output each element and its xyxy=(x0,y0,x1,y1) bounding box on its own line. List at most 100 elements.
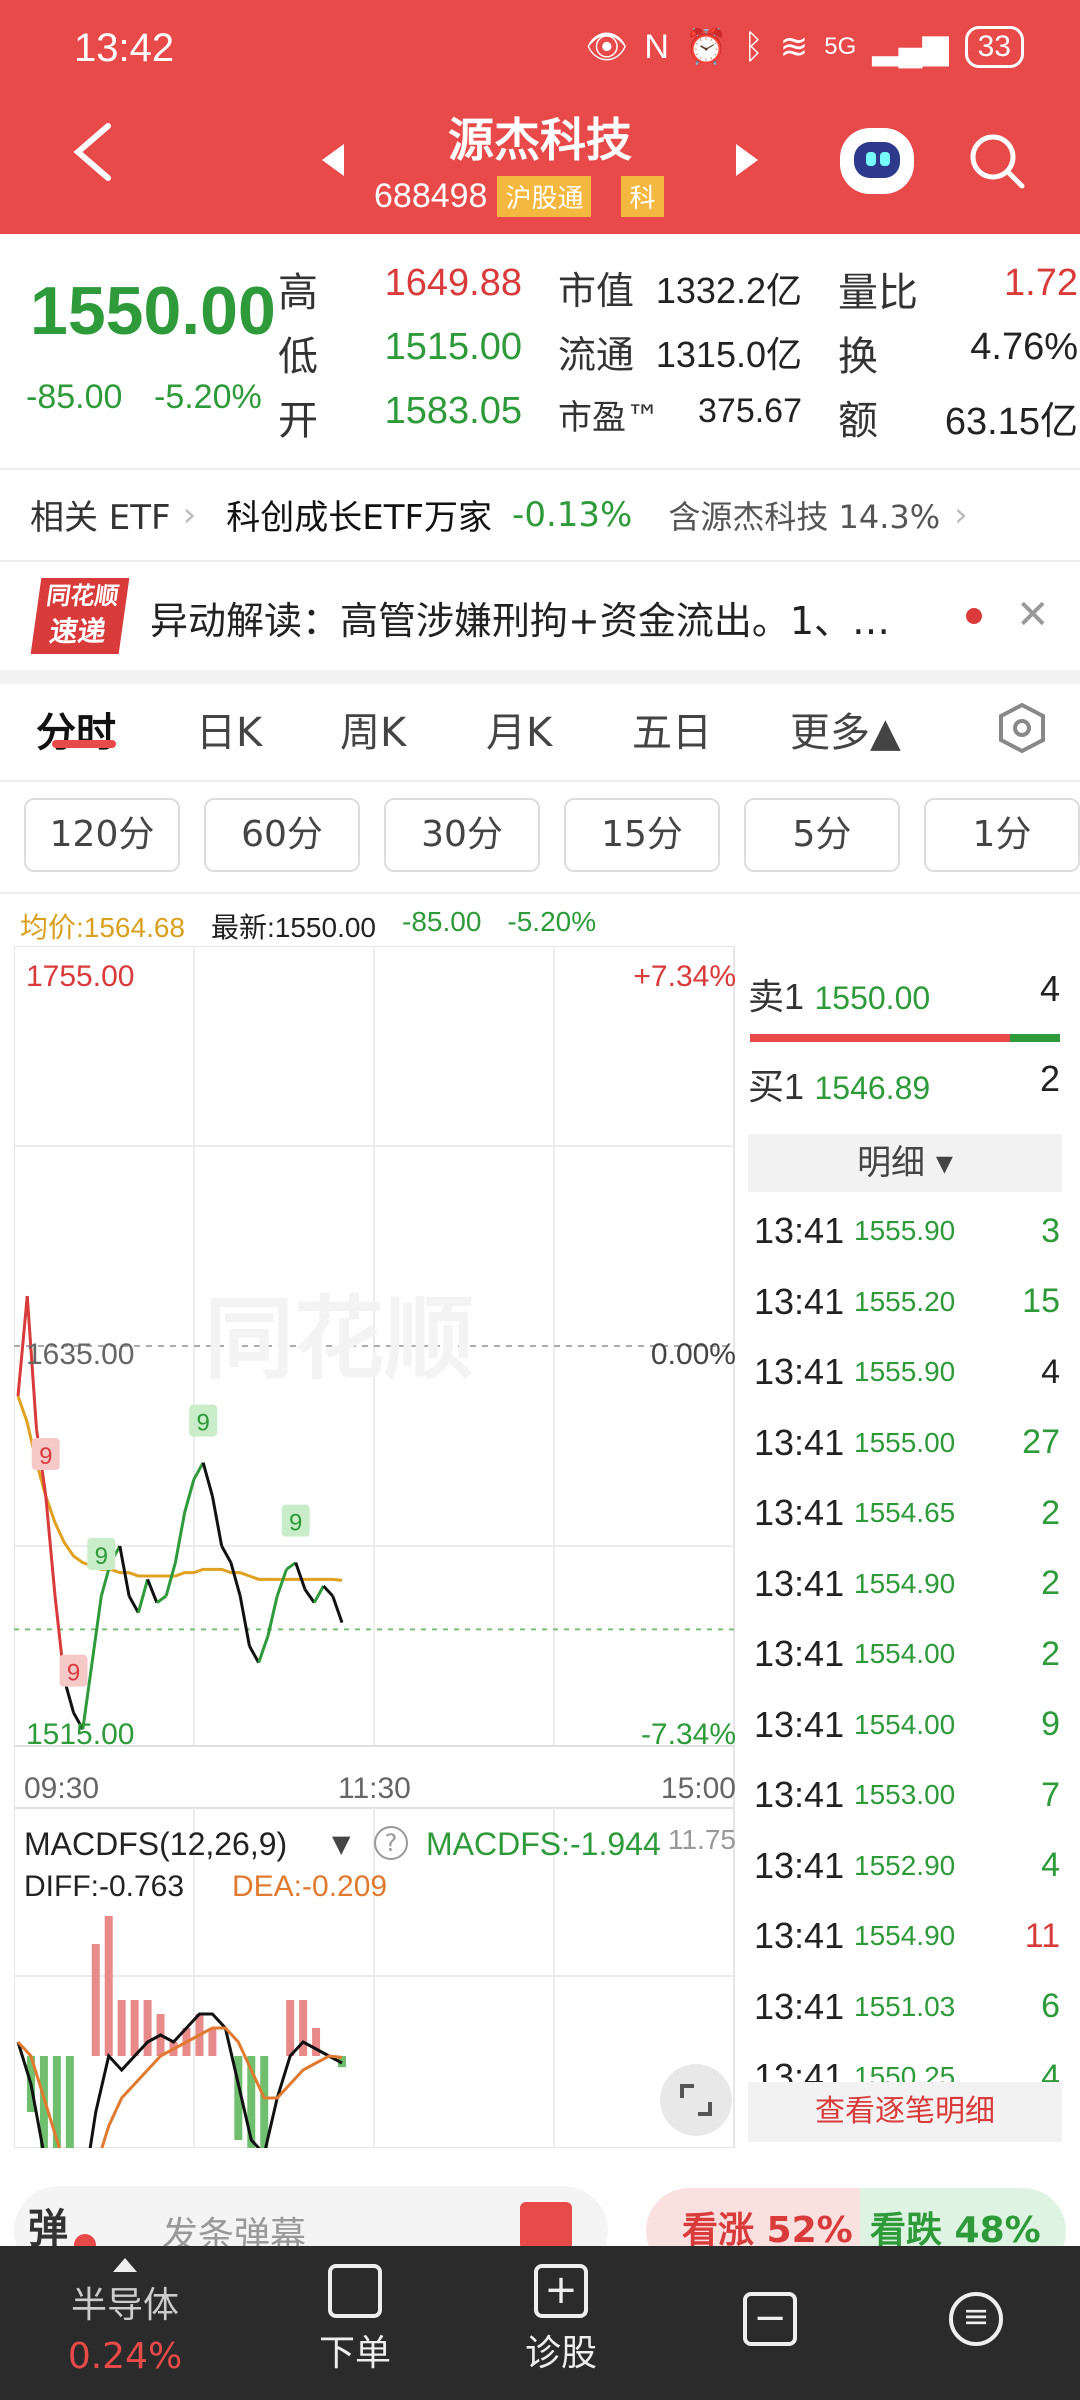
tick-price: 1554.00 xyxy=(854,1638,956,1669)
document-icon xyxy=(328,2264,382,2318)
chevron-right-icon: › xyxy=(182,494,197,535)
tick-time: 13:41 xyxy=(754,1210,845,1251)
minus-icon: − xyxy=(743,2292,797,2346)
diagnose-button[interactable]: + 诊股 xyxy=(506,2246,616,2400)
buy-level-1: 买1 1546.89 2 xyxy=(748,1058,1066,1110)
tick-row: 13:41 1554.90 11 xyxy=(754,1901,1060,1971)
sector-button[interactable]: 半导体 0.24% xyxy=(40,2246,210,2400)
y-top-label: 1755.00 xyxy=(26,960,135,993)
view-all-ticks-link[interactable]: 查看逐笔明细 xyxy=(748,2082,1062,2142)
tick-row: 13:41 1555.90 4 xyxy=(754,1337,1060,1407)
high-label: 高 xyxy=(278,270,318,316)
detail-dropdown[interactable]: 明细 ▾ xyxy=(748,1134,1062,1192)
price-segment xyxy=(303,1588,316,1604)
tick-volume: 4 xyxy=(1041,1352,1060,1391)
bottom-bar: 半导体 0.24% 下单 + 诊股 − ≡ xyxy=(0,2246,1080,2400)
chevron-down-icon[interactable]: ▼ xyxy=(332,1830,350,1858)
diagnose-label: 诊股 xyxy=(524,2333,597,2374)
price-segment xyxy=(248,1645,260,1664)
tick-row: 13:41 1554.00 2 xyxy=(754,1619,1060,1689)
price-segment xyxy=(127,1595,140,1614)
tab-daily[interactable]: 日K xyxy=(196,700,262,758)
divider xyxy=(0,468,1080,470)
divider xyxy=(0,892,1080,894)
tick-time: 13:41 xyxy=(754,1280,845,1322)
news-logo-top: 同花顺 xyxy=(44,582,121,610)
sell-volume: 4 xyxy=(1039,968,1060,1009)
turnover-value: 4.76% xyxy=(970,326,1078,368)
tick-volume: 15 xyxy=(1022,1282,1060,1320)
tick-price: 1555.00 xyxy=(854,1426,956,1458)
status-time: 13:42 xyxy=(74,26,175,70)
float-value: 1315.0亿 xyxy=(655,334,802,375)
tab-five-day[interactable]: 五日 xyxy=(632,700,712,758)
tick-row: 13:41 1555.00 27 xyxy=(754,1408,1060,1478)
tab-intraday[interactable]: 分时 xyxy=(36,700,116,758)
tick-time: 13:41 xyxy=(754,1633,845,1674)
order-label: 下单 xyxy=(318,2333,391,2374)
stock-code: 688498 xyxy=(374,177,488,215)
tick-price: 1554.90 xyxy=(854,1567,956,1599)
current-price: 1550.00 xyxy=(30,273,276,349)
tick-volume: 2 xyxy=(1041,1493,1060,1532)
etf-change: -0.13% xyxy=(512,494,633,535)
gift-icon[interactable] xyxy=(520,2202,572,2250)
related-etf-row[interactable]: 相关 ETF › 科创成长ETF万家 -0.13% 含源杰科技 14.3% › xyxy=(30,490,968,539)
period-30m-button[interactable]: 30分 xyxy=(384,798,540,872)
sell-level-1: 卖1 1550.00 4 xyxy=(748,968,1066,1020)
price-segment xyxy=(192,1461,205,1481)
chart-tabs: 分时 日K 周K 月K 五日 更多▲ xyxy=(0,700,1080,780)
divider xyxy=(0,560,1080,562)
tab-more[interactable]: 更多▲ xyxy=(790,700,901,758)
price-segment xyxy=(275,1568,288,1597)
signal-icon: ▂▄▆ xyxy=(872,28,949,66)
news-headline[interactable]: 异动解读：高管涉嫌刑拘+资金流出。1、… xyxy=(150,590,890,645)
intraday-chart[interactable]: 9 9 9 9 9 1755.00 +7.34% 1635.00 0.00% 1515.… xyxy=(14,946,744,2148)
price-segment xyxy=(136,1578,150,1614)
price-segment xyxy=(155,1594,167,1604)
menu-button[interactable]: ≡ xyxy=(946,2246,1006,2400)
fullscreen-expand-icon[interactable] xyxy=(660,2064,732,2136)
diagnose-plus-icon: + xyxy=(534,2264,588,2318)
period-60m-button[interactable]: 60分 xyxy=(204,798,360,872)
order-button[interactable]: 下单 xyxy=(300,2246,410,2400)
tab-monthly[interactable]: 月K xyxy=(486,700,552,758)
macd-indicator-label[interactable]: MACDFS(12,26,9) xyxy=(24,1826,287,1863)
tab-weekly[interactable]: 周K xyxy=(340,700,406,758)
next-stock-icon[interactable] xyxy=(736,144,758,176)
settings-hexagon-icon[interactable] xyxy=(996,702,1048,754)
robot-assistant-icon[interactable] xyxy=(840,128,914,194)
help-icon[interactable]: ? xyxy=(374,1826,408,1860)
minus-button[interactable]: − xyxy=(740,2246,800,2400)
pe-value: 375.67 xyxy=(698,392,802,430)
period-5m-button[interactable]: 5分 xyxy=(744,798,900,872)
tick-volume: 6 xyxy=(1041,1987,1060,2025)
tick-row: 13:41 1554.65 2 xyxy=(754,1478,1060,1548)
y-bottom-label: 1515.00 xyxy=(26,1718,135,1751)
period-1m-button[interactable]: 1分 xyxy=(924,798,1080,872)
etf-label: 相关 ETF xyxy=(30,498,171,538)
news-logo-bottom: 速递 xyxy=(47,615,109,648)
tick-volume: 2 xyxy=(1041,1564,1060,1602)
signal-marker-label: 9 xyxy=(289,1510,302,1537)
tick-price: 1554.00 xyxy=(854,1708,956,1740)
divider xyxy=(0,780,1080,782)
price-segment xyxy=(220,1545,233,1564)
search-icon[interactable] xyxy=(966,130,1026,190)
tick-price: 1553.00 xyxy=(854,1779,956,1810)
tick-row: 13:41 1552.90 4 xyxy=(754,1831,1060,1901)
period-120m-button[interactable]: 120分 xyxy=(24,798,180,872)
close-icon[interactable]: ✕ xyxy=(1016,592,1050,638)
period-15m-button[interactable]: 15分 xyxy=(564,798,720,872)
low-label: 低 xyxy=(278,334,318,380)
tick-time: 13:41 xyxy=(754,1844,845,1886)
app-header: 13:42 👁 N ⏰ ᛒ ≋ 5G ▂▄▆ 33 源杰科技 688498 沪股… xyxy=(0,0,1080,234)
y-mid-label: 1635.00 xyxy=(26,1338,135,1371)
price-segment xyxy=(210,1495,224,1547)
sector-name: 半导体 xyxy=(70,2285,179,2326)
board-badge: 科 xyxy=(621,176,664,217)
price-segment xyxy=(201,1462,214,1497)
nfc-icon: N xyxy=(644,27,669,66)
tick-price: 1554.65 xyxy=(854,1497,956,1528)
open-value: 1583.05 xyxy=(384,390,522,432)
